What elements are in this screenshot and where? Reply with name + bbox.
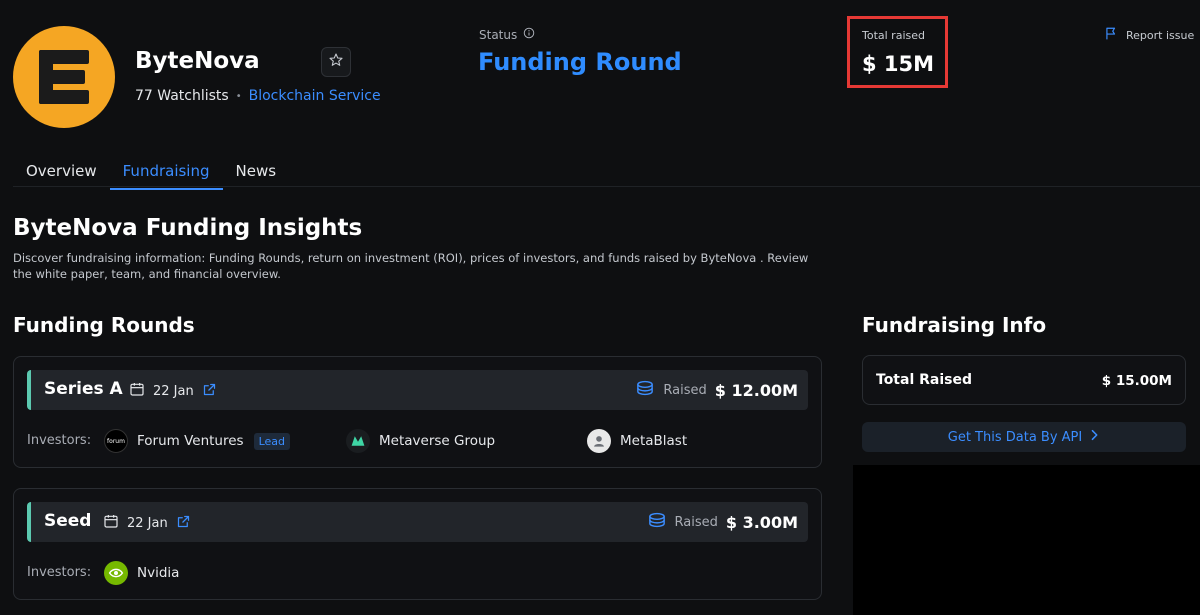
fundraising-info-title: Fundraising Info [862, 313, 1047, 337]
raised-label: Raised [674, 514, 718, 530]
status-value: Funding Round [478, 48, 682, 76]
nvidia-logo [104, 561, 128, 585]
investor-name: Metaverse Group [379, 433, 496, 449]
total-raised-value: $ 15M [862, 52, 935, 76]
watchlist-star-button[interactable] [321, 47, 351, 77]
calendar-icon [129, 381, 145, 401]
chevron-right-icon [1090, 429, 1100, 445]
side-panel-blank [853, 465, 1200, 615]
raised-value: $ 3.00M [725, 512, 798, 532]
watchlists-count: 77 Watchlists [135, 88, 229, 104]
total-raised-label: Total raised [862, 29, 925, 42]
api-button-label: Get This Data By API [947, 429, 1083, 445]
round-header: Series A 22 Jan Raised $ 12.00M [27, 370, 808, 410]
raised-value: $ 12.00M [714, 380, 798, 400]
insights-title: ByteNova Funding Insights [13, 215, 363, 241]
round-card-series-a: Series A 22 Jan Raised $ 12.00M Investor… [13, 356, 822, 468]
investor-item[interactable]: forum Forum Ventures Lead [104, 429, 291, 453]
calendar-icon [103, 513, 119, 533]
meta-separator: • [235, 90, 242, 102]
project-name: ByteNova [135, 48, 260, 74]
total-raised-card-value: $ 15.00M [1101, 373, 1172, 389]
category-link[interactable]: Blockchain Service [249, 88, 381, 104]
total-raised-card-label: Total Raised [876, 372, 972, 388]
round-header: Seed 22 Jan Raised $ 3.00M [27, 502, 808, 542]
investors-label: Investors: [27, 433, 92, 448]
star-icon [328, 52, 344, 72]
raised-label: Raised [663, 382, 707, 398]
status-label: Status [479, 27, 518, 42]
funding-rounds-title: Funding Rounds [13, 313, 195, 337]
round-name: Series A [44, 379, 123, 399]
round-card-seed: Seed 22 Jan Raised $ 3.00M Investors: Nv… [13, 488, 822, 600]
coins-icon [647, 512, 667, 532]
info-icon[interactable] [523, 27, 535, 42]
report-issue-label: Report issue [1126, 28, 1195, 42]
project-meta: 77 Watchlists • Blockchain Service [135, 88, 381, 104]
metablast-logo [587, 429, 611, 453]
investor-name: Nvidia [137, 565, 180, 581]
report-issue-button[interactable]: Report issue [1104, 26, 1194, 44]
round-name: Seed [44, 511, 92, 531]
total-raised-card: Total Raised $ 15.00M [862, 355, 1186, 405]
round-date-text: 22 Jan [127, 515, 168, 531]
forum-ventures-logo: forum [104, 429, 128, 453]
lead-badge: Lead [253, 432, 291, 450]
project-logo [13, 26, 115, 128]
round-raised: Raised $ 12.00M [635, 380, 798, 400]
investor-item[interactable]: Nvidia [104, 561, 179, 585]
status-label-row: Status [479, 27, 535, 42]
get-data-api-button[interactable]: Get This Data By API [862, 422, 1186, 452]
round-date: 22 Jan [129, 381, 217, 401]
external-link-icon[interactable] [176, 514, 191, 533]
flag-icon [1104, 26, 1118, 44]
investor-item[interactable]: MetaBlast [587, 429, 687, 453]
metaverse-group-logo [346, 429, 370, 453]
round-raised: Raised $ 3.00M [647, 512, 798, 532]
investor-name: MetaBlast [620, 433, 688, 449]
total-raised-highlight: Total raised $ 15M [847, 16, 948, 88]
tabs-divider [13, 186, 1200, 187]
coins-icon [635, 380, 655, 400]
external-link-icon[interactable] [202, 382, 217, 401]
insights-description: Discover fundraising information: Fundin… [13, 251, 809, 281]
investor-item[interactable]: Metaverse Group [346, 429, 495, 453]
investor-name: Forum Ventures [137, 433, 244, 449]
round-date: 22 Jan [103, 513, 191, 533]
round-date-text: 22 Jan [153, 383, 194, 399]
investors-label: Investors: [27, 565, 92, 580]
